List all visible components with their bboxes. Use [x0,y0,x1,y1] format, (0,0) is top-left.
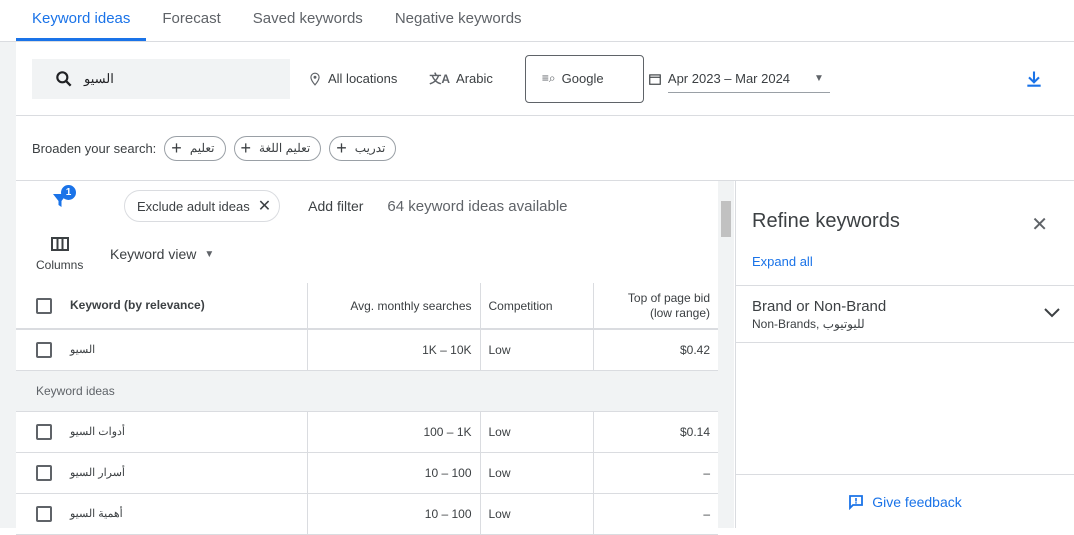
column-header-keyword[interactable]: Keyword (by relevance) [70,298,205,312]
network-search-icon: ≡⌕ [541,71,556,85]
competition-cell: Low [479,452,593,494]
columns-icon [50,237,69,251]
dropdown-arrow-icon: ▼ [814,72,824,84]
scrollbar[interactable] [718,181,734,528]
date-range-selector[interactable]: Apr 2023 – Mar 2024 ▼ [648,65,830,93]
calendar-icon [649,73,661,85]
group-header-row: Keyword ideas [16,370,718,412]
plus-icon: + [336,137,347,158]
keyword-cell: السيو [70,343,96,356]
table-row: السيو 1K – 10K Low $0.42 [16,329,718,371]
row-checkbox[interactable] [36,341,52,358]
select-all-checkbox[interactable] [36,297,52,314]
search-value: السيو [84,70,114,86]
bid-header-line2: (low range) [649,305,710,320]
bid-cell: $0.14 [592,411,718,453]
broaden-chip[interactable]: + تدريب [329,135,397,161]
competition-cell: Low [479,329,593,371]
column-header-bid[interactable]: Top of page bid (low range) [592,283,718,330]
location-pin-icon [310,72,320,86]
location-label: All locations [328,71,398,86]
refine-title: Refine keywords [752,210,900,232]
close-icon[interactable]: ✕ [1031,212,1048,237]
search-input[interactable]: السيو [32,58,290,99]
column-header-searches[interactable]: Avg. monthly searches [306,283,480,330]
left-gutter [0,42,16,528]
refine-keywords-panel: Refine keywords ✕ Expand all Brand or No… [735,181,1074,528]
exclude-adult-filter-chip[interactable]: Exclude adult ideas ✕ [124,190,281,222]
filter-count-badge: 1 [61,185,76,200]
translate-icon: 文A [429,72,451,86]
network-selector[interactable]: ≡⌕ Google [524,54,644,103]
location-selector[interactable]: All locations [308,71,397,87]
tab-bar: Keyword ideas Forecast Saved keywords Ne… [0,0,1074,42]
tab-negative-keywords[interactable]: Negative keywords [379,0,538,41]
table-row: أسرار السيو 10 – 100 Low – [16,452,718,494]
brand-subtitle: Non-Brands, لليوتيوب [752,317,865,331]
keyword-table: Keyword (by relevance) Avg. monthly sear… [16,283,718,535]
language-label: Arabic [456,71,493,86]
feedback-label: Give feedback [872,493,962,510]
filter-chip-label: Exclude adult ideas [137,198,250,214]
keyword-results: 1 Exclude adult ideas ✕ Add filter 64 key… [16,181,718,535]
row-checkbox[interactable] [36,505,52,522]
tab-keyword-ideas[interactable]: Keyword ideas [16,0,147,41]
search-icon [56,70,72,86]
row-checkbox[interactable] [36,464,52,481]
filter-button[interactable]: 1 [52,185,76,214]
language-selector[interactable]: 文A Arabic [429,70,493,87]
chip-label: تعليم اللغة [259,141,311,155]
chevron-down-icon[interactable] [1044,308,1060,318]
scrollbar-thumb[interactable] [721,201,731,237]
keyword-view-dropdown[interactable]: Keyword view ▼ [110,246,214,262]
plus-icon: + [240,137,252,158]
keyword-cell: أسرار السيو [70,466,125,479]
keyword-view-label: Keyword view [110,246,197,262]
keyword-cell: أدوات السيو [70,425,125,438]
keyword-count: 64 keyword ideas available [387,197,568,215]
add-filter-button[interactable]: Add filter [308,198,363,214]
broaden-chip[interactable]: + تعليم اللغة [233,135,322,161]
dropdown-arrow-icon: ▼ [204,248,215,260]
network-label: Google [561,71,604,86]
toolbar: السيو All locations 文A Arabic ≡⌕ Google … [16,42,1074,116]
table-header: Keyword (by relevance) Avg. monthly sear… [16,283,718,330]
searches-cell: 100 – 1K [306,411,480,453]
brand-title: Brand or Non-Brand [752,298,887,315]
row-checkbox[interactable] [36,423,52,440]
searches-cell: 1K – 10K [306,329,480,371]
give-feedback-button[interactable]: Give feedback [736,474,1074,528]
bid-header-line1: Top of page bid [627,290,710,305]
competition-cell: Low [479,411,593,453]
date-range-label: Apr 2023 – Mar 2024 [667,70,791,86]
broaden-search: Broaden your search: + تعليم + تعليم اللغة… [16,116,1074,181]
group-label: Keyword ideas [16,370,718,412]
plus-icon: + [171,137,182,158]
bid-cell: – [592,452,718,494]
expand-all-link[interactable]: Expand all [752,254,813,269]
keyword-cell: أهمية السيو [70,507,123,520]
close-icon[interactable]: ✕ [258,196,271,216]
brand-filter-section[interactable]: Brand or Non-Brand Non-Brands, لليوتيوب [736,285,1074,343]
table-row: أدوات السيو 100 – 1K Low $0.14 [16,411,718,453]
chip-label: تعليم [189,141,215,155]
feedback-icon [849,494,864,510]
searches-cell: 10 – 100 [306,452,480,494]
column-header-competition[interactable]: Competition [479,283,593,330]
tab-forecast[interactable]: Forecast [146,0,236,41]
download-icon[interactable] [1024,69,1044,89]
columns-label: Columns [36,258,84,272]
chip-label: تدريب [354,141,386,155]
broaden-label: Broaden your search: [32,140,157,156]
bid-cell: $0.42 [592,329,718,371]
broaden-chip[interactable]: + تعليم [164,135,226,161]
tab-saved-keywords[interactable]: Saved keywords [237,0,379,41]
columns-button[interactable]: Columns [36,237,83,272]
